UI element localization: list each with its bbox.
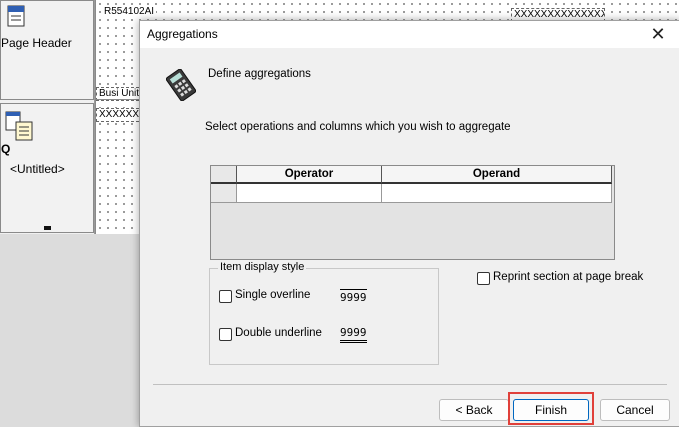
page-header-label: Page Header (1, 36, 72, 50)
section-label: <Untitled> (10, 162, 65, 176)
section-panel: Page Header Q <Untitled> (0, 0, 95, 234)
dialog-instruction: Select operations and columns which you … (205, 121, 511, 133)
reprint-checkbox[interactable] (477, 272, 490, 285)
grid-header-operand[interactable]: Operand (382, 166, 612, 184)
grid-row-header[interactable] (211, 184, 237, 203)
report-field-id[interactable]: R554102AI (102, 6, 156, 18)
close-icon[interactable]: ✕ (636, 21, 679, 48)
single-overline-label[interactable]: Single overline (235, 289, 310, 301)
double-underline-checkbox[interactable] (219, 328, 232, 341)
back-button[interactable]: < Back (439, 399, 509, 421)
operator-cell[interactable] (237, 184, 382, 203)
calculator-icon (166, 69, 196, 101)
single-overline-sample: 9999 (340, 289, 367, 304)
double-underline-label[interactable]: Double underline (235, 327, 322, 339)
section-icon (5, 111, 33, 141)
page-header-icon (7, 5, 25, 27)
item-display-style-group: Item display style Single overline 9999 … (209, 261, 439, 365)
single-overline-checkbox[interactable] (219, 290, 232, 303)
group-title: Item display style (218, 261, 307, 273)
section-short-label: Q (1, 142, 11, 156)
reprint-label[interactable]: Reprint section at page break (493, 271, 643, 283)
dialog-title: Aggregations (147, 27, 218, 41)
operand-cell[interactable] (382, 184, 612, 203)
page-header-section[interactable]: Page Header (0, 0, 94, 100)
dialog-titlebar[interactable]: Aggregations ✕ (140, 21, 679, 48)
grid-header-operator[interactable]: Operator (237, 166, 382, 184)
finish-highlight (508, 392, 594, 425)
dialog-heading: Define aggregations (208, 68, 311, 80)
aggregations-dialog: Aggregations ✕ Define aggregations Selec… (139, 20, 679, 427)
aggregation-grid[interactable]: Operator Operand (210, 165, 615, 260)
report-field-row[interactable]: XXXXXXXXX (96, 108, 144, 122)
untitled-section[interactable]: Q <Untitled> (0, 103, 94, 233)
grid-corner (211, 166, 237, 184)
double-underline-sample: 9999 (340, 327, 367, 343)
resize-handle[interactable] (44, 226, 51, 230)
cancel-button[interactable]: Cancel (600, 399, 670, 421)
dialog-separator (153, 384, 667, 385)
